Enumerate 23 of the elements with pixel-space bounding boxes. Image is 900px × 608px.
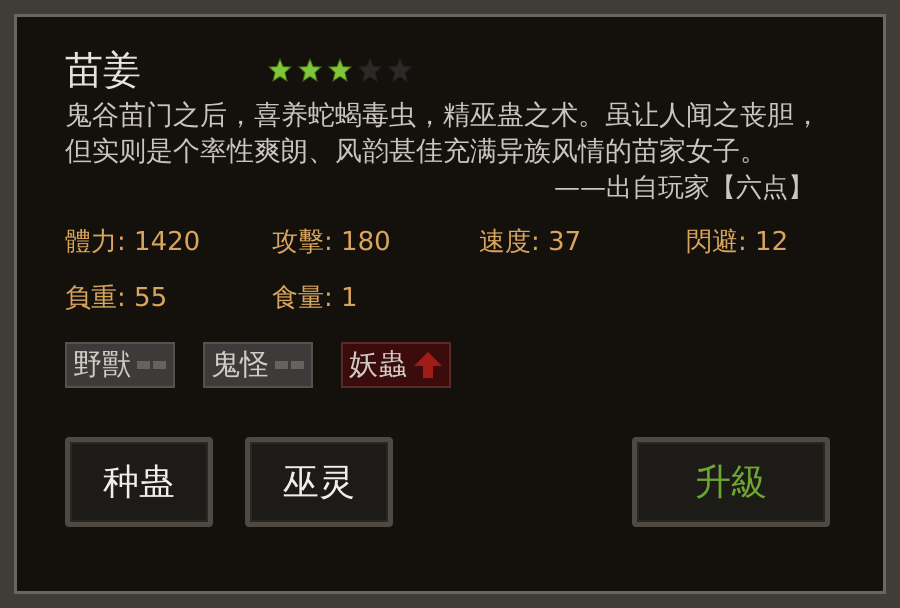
action-button[interactable]: 种蛊	[65, 437, 213, 527]
star-icon	[388, 58, 412, 82]
star-icon	[328, 58, 352, 82]
stat-label: 體力: 1420	[65, 226, 200, 258]
action-button[interactable]: 巫灵	[245, 437, 393, 527]
stat-label: 速度: 37	[479, 226, 582, 258]
star-icon	[358, 58, 382, 82]
character-name: 苗姜	[65, 48, 142, 92]
type-tag: 妖蟲	[341, 342, 451, 388]
dash-icon	[137, 360, 167, 370]
stat-label: 閃避: 12	[686, 226, 788, 258]
stat-label: 攻擊: 180	[272, 226, 391, 258]
attribution: ——出自玩家【六点】	[554, 172, 814, 205]
arrow-up-icon	[413, 351, 443, 379]
star-icon	[268, 58, 292, 82]
action-button[interactable]: 升級	[632, 437, 830, 527]
type-tag: 鬼怪	[203, 342, 313, 388]
stat-label: 負重: 55	[65, 282, 168, 314]
description: 鬼谷苗门之后，喜养蛇蝎毒虫，精巫蛊之术。虽让人闻之丧胆，但实则是个率性爽朗、风韵甚佳充满异族风情的苗家女子。	[65, 99, 822, 169]
stat-label: 食量: 1	[272, 282, 358, 314]
dash-icon	[275, 360, 305, 370]
type-tag: 野獸	[65, 342, 175, 388]
star-icon	[298, 58, 322, 82]
